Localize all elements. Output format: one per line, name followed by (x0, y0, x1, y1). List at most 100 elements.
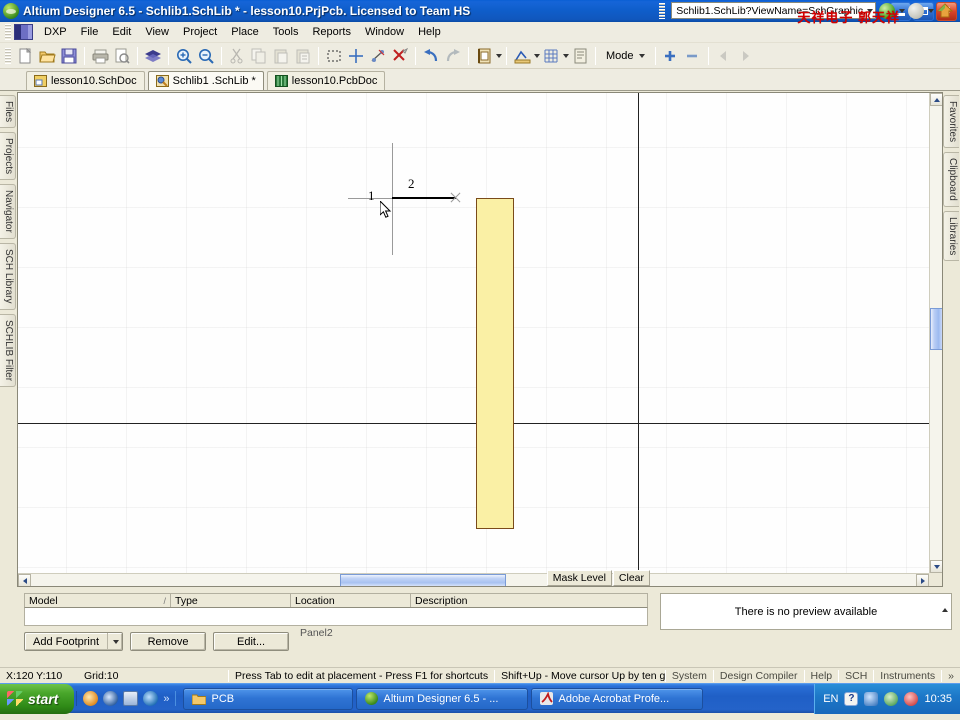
move-icon[interactable] (345, 45, 367, 67)
sidebar-item-navigator[interactable]: Navigator (0, 184, 16, 240)
status-panel-help[interactable]: Help (805, 670, 839, 682)
horizontal-scrollbar[interactable] (18, 573, 929, 586)
menu-item-window[interactable]: Window (358, 24, 411, 40)
tray-language-indicator[interactable]: EN (823, 693, 838, 705)
drawing-tools-icon[interactable] (511, 45, 533, 67)
vertical-scrollbar[interactable] (929, 93, 942, 573)
scroll-right-button[interactable] (916, 574, 929, 586)
antivirus-icon[interactable] (904, 691, 919, 706)
menu-item-file[interactable]: File (74, 24, 106, 40)
preview-collapse-icon[interactable] (942, 596, 948, 612)
zoom-in-icon[interactable] (173, 45, 195, 67)
sidebar-item-projects[interactable]: Projects (0, 132, 16, 181)
doc-tab-schlib1-schlib[interactable]: Schlib1 .SchLib * (147, 71, 264, 90)
task-button-pcb[interactable]: PCB (183, 687, 354, 710)
help-icon[interactable]: ? (844, 691, 859, 706)
task-button-acrobat[interactable]: Adobe Acrobat Profe... (531, 687, 704, 710)
status-panel-overflow[interactable]: » (942, 670, 960, 682)
vertical-scroll-thumb[interactable] (930, 308, 942, 350)
menu-item-tools[interactable]: Tools (266, 24, 306, 40)
show-desktop-icon[interactable] (123, 691, 139, 706)
select-area-icon[interactable] (323, 45, 345, 67)
scroll-down-button[interactable] (930, 560, 942, 573)
sidebar-item-schlib-filter[interactable]: SCHLIB Filter (0, 313, 16, 387)
menu-item-dxp[interactable]: DXP (37, 24, 74, 40)
mode-button[interactable]: Mode (600, 48, 651, 64)
menu-item-project[interactable]: Project (176, 24, 224, 40)
navbar-grip[interactable] (659, 2, 666, 19)
sidebar-item-clipboard[interactable]: Clipboard (943, 152, 959, 207)
sidebar-item-favorites[interactable]: Favorites (943, 95, 959, 149)
navigate-home-icon[interactable] (937, 2, 954, 19)
ie-icon[interactable] (83, 691, 99, 706)
menu-item-edit[interactable]: Edit (105, 24, 138, 40)
save-icon[interactable] (58, 45, 80, 67)
edit-button[interactable]: Edit... (213, 632, 290, 651)
sidebar-item-libraries[interactable]: Libraries (943, 210, 959, 262)
mask-level-button[interactable]: Mask Level (546, 570, 612, 586)
library-dropdown-icon[interactable] (496, 53, 502, 58)
quick-launch-overflow[interactable]: » (163, 693, 169, 705)
forward-dropdown-icon[interactable] (928, 8, 934, 13)
doc-tab-lesson10-pcbdoc[interactable]: lesson10.PcbDoc (266, 71, 386, 90)
column-header-description[interactable]: Description (411, 594, 647, 607)
add-footprint-button[interactable]: Add Footprint (24, 632, 124, 651)
schematic-library-editor[interactable]: 1 2 (17, 92, 943, 587)
status-panel-instruments[interactable]: Instruments (874, 670, 941, 682)
column-header-type[interactable]: Type (171, 594, 291, 607)
clear-errors-icon[interactable] (389, 45, 411, 67)
drawing-canvas[interactable]: 1 2 (18, 93, 929, 573)
menu-item-help[interactable]: Help (411, 24, 448, 40)
board-layers-icon[interactable] (142, 45, 164, 67)
chevron-left-icon (22, 577, 27, 584)
task-button-altium[interactable]: Altium Designer 6.5 - ... (356, 687, 529, 710)
volume-icon[interactable] (884, 691, 899, 706)
open-folder-icon[interactable] (36, 45, 58, 67)
sidebar-item-sch-library[interactable]: SCH Library (0, 243, 16, 310)
scroll-up-button[interactable] (930, 93, 942, 106)
clear-mask-button[interactable]: Clear (612, 570, 650, 586)
start-button[interactable]: start (0, 683, 75, 714)
zoom-out-icon[interactable] (195, 45, 217, 67)
increase-part-button[interactable] (660, 45, 682, 67)
ide-icon[interactable] (569, 45, 591, 67)
media-player-icon[interactable] (103, 691, 119, 706)
menu-grip[interactable] (5, 24, 11, 40)
decrease-part-button[interactable] (682, 45, 704, 67)
toolbar-grip[interactable] (5, 47, 11, 64)
clear-filter-icon[interactable] (367, 45, 389, 67)
status-panel-system[interactable]: System (666, 670, 713, 682)
windows-flag-icon (7, 691, 23, 706)
column-header-model[interactable]: Model / (25, 594, 171, 607)
preview-message: There is no preview available (734, 605, 878, 618)
toolbar-separator (654, 46, 656, 65)
model-grid-body[interactable] (24, 608, 648, 626)
add-footprint-dropdown-icon[interactable] (107, 633, 122, 650)
menu-item-place[interactable]: Place (224, 24, 266, 40)
menu-item-reports[interactable]: Reports (305, 24, 358, 40)
status-panel-design-compiler[interactable]: Design Compiler (714, 670, 804, 682)
new-document-icon[interactable] (14, 45, 36, 67)
doc-tab-lesson10-schdoc[interactable]: lesson10.SchDoc (26, 71, 145, 90)
print-icon[interactable] (89, 45, 111, 67)
right-panel-tabs: Favorites Clipboard Libraries (943, 91, 960, 587)
menu-item-view[interactable]: View (138, 24, 176, 40)
navigate-forward-icon[interactable] (908, 2, 924, 19)
status-panel-sch[interactable]: SCH (839, 670, 873, 682)
pin-segment[interactable] (392, 197, 456, 199)
outlook-icon[interactable] (143, 691, 159, 706)
network-icon[interactable] (864, 691, 879, 706)
sidebar-item-files[interactable]: Files (0, 95, 16, 129)
scroll-left-button[interactable] (18, 574, 31, 586)
grid-icon[interactable] (540, 45, 562, 67)
mode-dropdown-icon[interactable] (638, 53, 645, 58)
undo-icon[interactable] (420, 45, 442, 67)
horizontal-scroll-thumb[interactable] (340, 574, 506, 586)
column-header-location[interactable]: Location (291, 594, 411, 607)
tray-clock[interactable]: 10:35 (924, 693, 952, 705)
remove-button[interactable]: Remove (130, 632, 207, 651)
print-preview-icon[interactable] (111, 45, 133, 67)
component-body-rectangle[interactable] (476, 198, 514, 529)
copy-icon (248, 45, 270, 67)
component-library-icon[interactable] (473, 45, 495, 67)
